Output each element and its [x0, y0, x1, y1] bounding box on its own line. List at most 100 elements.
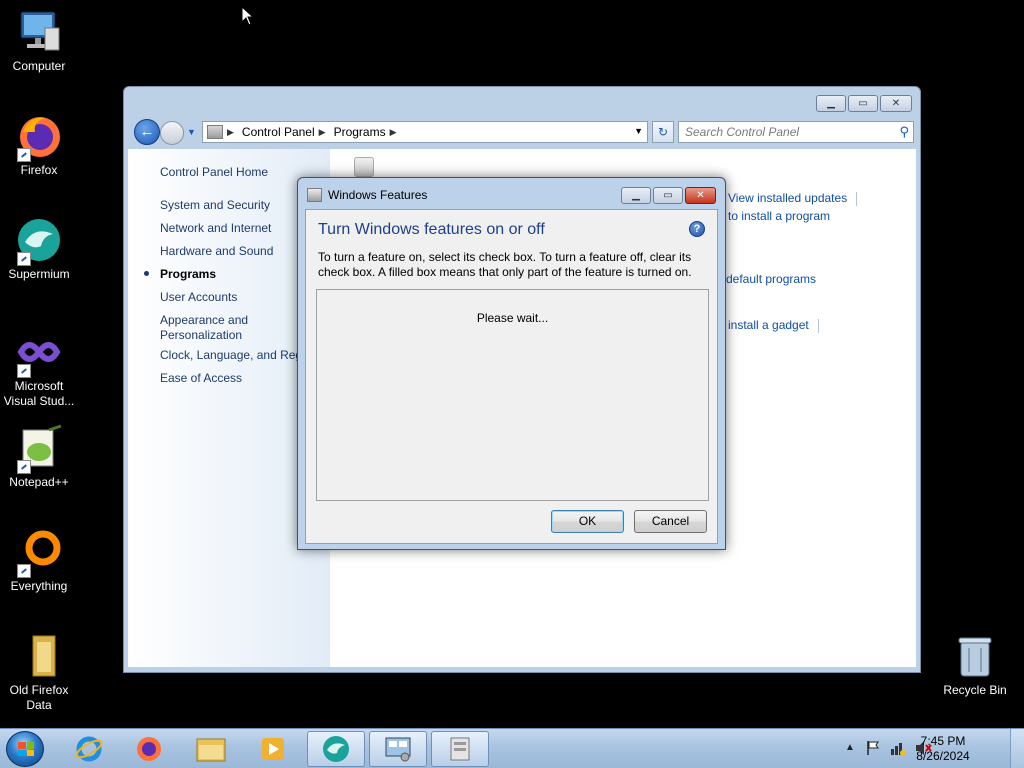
shortcut-arrow-icon	[17, 148, 31, 162]
network-icon[interactable]	[890, 740, 906, 759]
system-clock[interactable]: 7:45 PM 8/26/2024	[908, 734, 978, 764]
back-button[interactable]: ←	[134, 119, 160, 145]
taskbar-firefox[interactable]	[120, 731, 178, 767]
taskbar-control-panel[interactable]	[369, 731, 427, 767]
link-separator	[818, 319, 819, 333]
control-panel-icon	[385, 737, 411, 762]
tray-expand-icon[interactable]: ▲	[845, 742, 855, 753]
dialog-title: Windows Features	[328, 188, 428, 202]
features-tree-list[interactable]: Please wait...	[316, 289, 709, 501]
shortcut-arrow-icon	[17, 364, 31, 378]
taskbar-windows-explorer[interactable]	[182, 731, 240, 767]
loading-status: Please wait...	[476, 311, 549, 325]
clock-date: 8/26/2024	[916, 749, 970, 763]
help-icon[interactable]: ?	[689, 221, 705, 237]
breadcrumb-programs[interactable]: Programs	[334, 125, 386, 139]
folder-icon	[15, 632, 63, 680]
taskbar: ▲ 7:45 PM 8/26/2024	[0, 728, 1024, 768]
sidebar-item-user-accounts[interactable]: User Accounts	[160, 290, 237, 305]
active-bullet-icon	[144, 271, 149, 276]
minimize-button[interactable]: ▁	[816, 95, 846, 112]
forward-button[interactable]	[160, 121, 184, 145]
start-button[interactable]	[6, 731, 44, 767]
minimize-icon: ▁	[632, 189, 640, 201]
sidebar-item-appearance[interactable]: Appearance and Personalization	[160, 313, 270, 343]
close-icon: ✕	[696, 189, 705, 201]
action-center-flag-icon[interactable]	[866, 740, 880, 759]
show-desktop-button[interactable]	[1010, 729, 1024, 768]
desktop-icon-recycle-bin[interactable]: Recycle Bin	[936, 632, 1014, 698]
sidebar-item-system-security[interactable]: System and Security	[160, 198, 270, 213]
dialog-heading: Turn Windows features on or off	[318, 221, 545, 238]
internet-explorer-icon	[75, 736, 103, 762]
supermium-icon	[15, 216, 63, 266]
desktop-icon-label: Everything	[10, 579, 68, 593]
back-arrow-icon: ←	[139, 123, 155, 140]
close-icon: ✕	[891, 97, 901, 109]
close-button[interactable]: ✕	[880, 95, 912, 112]
ok-button[interactable]: OK	[551, 510, 624, 533]
control-panel-icon	[207, 125, 223, 139]
address-dropdown-icon[interactable]: ▼	[634, 126, 643, 136]
dialog-minimize-button[interactable]: ▁	[621, 187, 651, 204]
navigation-bar: ← ▼ ▶ Control Panel ▶ Programs ▶ ▼ ↻ Sea…	[132, 119, 914, 145]
desktop-icon-label: Recycle Bin	[943, 683, 1007, 697]
programs-features-icon	[354, 157, 374, 177]
refresh-button[interactable]: ↻	[652, 121, 674, 143]
sidebar-item-programs[interactable]: Programs	[160, 267, 216, 282]
breadcrumb-control-panel[interactable]: Control Panel	[242, 125, 315, 139]
taskbar-supermium[interactable]	[307, 731, 365, 767]
windows-logo-icon	[18, 742, 34, 756]
window-caption-buttons: ▁ ▭ ✕	[816, 95, 912, 112]
folder-icon	[196, 738, 226, 762]
desktop-icon-label: Computer	[12, 59, 66, 73]
search-input[interactable]: Search Control Panel ⚲	[678, 121, 914, 143]
sidebar-item-clock-language[interactable]: Clock, Language, and Reg	[160, 348, 302, 363]
desktop-icon-computer[interactable]: Computer	[0, 8, 78, 74]
desktop-icon-old-firefox-data[interactable]: Old Firefox Data	[0, 632, 78, 713]
search-icon[interactable]: ⚲	[899, 122, 909, 142]
windows-features-icon	[450, 737, 470, 761]
breadcrumb-separator-icon[interactable]: ▶	[319, 127, 326, 138]
desktop-icon-supermium[interactable]: Supermium	[0, 216, 78, 282]
address-bar[interactable]: ▶ Control Panel ▶ Programs ▶ ▼	[202, 121, 648, 143]
notepad-plus-plus-icon	[15, 424, 63, 474]
shortcut-arrow-icon	[17, 460, 31, 474]
mouse-cursor-icon	[241, 5, 255, 26]
link-default-programs[interactable]: default programs	[726, 272, 816, 286]
desktop-icon-notepad-plus-plus[interactable]: Notepad++	[0, 424, 78, 490]
search-placeholder: Search Control Panel	[685, 125, 800, 139]
link-separator	[856, 192, 857, 206]
desktop-icon-firefox[interactable]: Firefox	[0, 112, 78, 178]
dialog-close-button[interactable]: ✕	[685, 187, 716, 204]
desktop-icon-visual-studio[interactable]: Microsoft Visual Stud...	[0, 328, 78, 409]
desktop-icon-label: Supermium	[8, 267, 70, 281]
dialog-caption-buttons: ▁ ▭ ✕	[621, 187, 716, 204]
link-view-installed-updates[interactable]: View installed updates	[728, 191, 847, 205]
desktop-icon-label: Firefox	[20, 163, 58, 177]
refresh-icon: ↻	[657, 125, 669, 139]
maximize-icon: ▭	[663, 189, 673, 201]
desktop-icon-everything[interactable]: Everything	[0, 528, 78, 594]
recent-pages-dropdown[interactable]: ▼	[187, 127, 196, 137]
breadcrumb-separator-icon[interactable]: ▶	[227, 127, 234, 138]
taskbar-media-player[interactable]	[244, 731, 302, 767]
maximize-button[interactable]: ▭	[848, 95, 878, 112]
taskbar-windows-features[interactable]	[431, 731, 489, 767]
everything-search-icon	[15, 528, 63, 578]
sidebar-item-hardware-sound[interactable]: Hardware and Sound	[160, 244, 273, 259]
desktop-icon-label: Notepad++	[9, 475, 69, 489]
link-install-program[interactable]: to install a program	[728, 209, 830, 223]
shortcut-arrow-icon	[17, 252, 31, 266]
cancel-button[interactable]: Cancel	[634, 510, 707, 533]
sidebar-item-ease-of-access[interactable]: Ease of Access	[160, 371, 242, 386]
taskbar-internet-explorer[interactable]	[60, 731, 118, 767]
breadcrumb-separator-icon[interactable]: ▶	[390, 127, 397, 138]
desktop-icon-label: Microsoft Visual Stud...	[3, 379, 75, 408]
firefox-icon	[137, 737, 161, 761]
windows-features-icon	[307, 188, 322, 202]
dialog-maximize-button[interactable]: ▭	[653, 187, 683, 204]
link-install-gadget[interactable]: install a gadget	[728, 318, 809, 332]
sidebar-item-network[interactable]: Network and Internet	[160, 221, 271, 236]
sidebar-item-home[interactable]: Control Panel Home	[160, 165, 268, 180]
